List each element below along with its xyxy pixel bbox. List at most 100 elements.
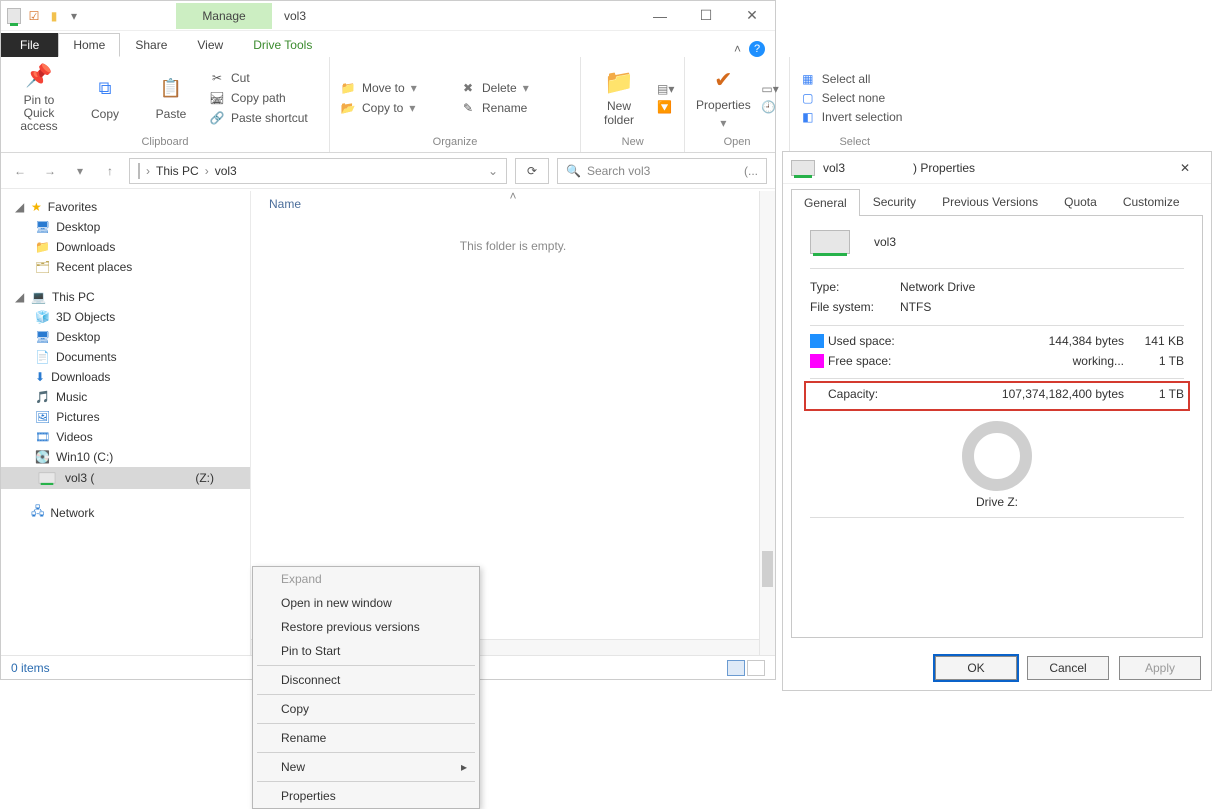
close-button[interactable]: ✕ (729, 1, 775, 31)
prop-close-button[interactable]: ✕ (1167, 153, 1203, 183)
tree-downloads[interactable]: 📁Downloads (1, 237, 250, 257)
navigation-tree[interactable]: ◢★Favorites 🖥Desktop 📁Downloads 🗂Recent … (1, 191, 251, 655)
up-button[interactable]: ↑ (99, 160, 121, 182)
address-bar[interactable]: › This PC › vol3 ⌄ (129, 158, 507, 184)
contextual-tab-manage[interactable]: Manage (176, 3, 272, 29)
breadcrumb-vol[interactable]: vol3 (215, 164, 237, 178)
search-suffix: (... (744, 164, 758, 178)
prop-tab-general[interactable]: General (791, 189, 860, 216)
prop-tab-previous-versions[interactable]: Previous Versions (929, 188, 1051, 215)
tree-videos[interactable]: 🎞Videos (1, 427, 250, 447)
prop-type-value: Network Drive (900, 280, 975, 294)
recent-locations-button[interactable]: ▾ (69, 160, 91, 182)
tree-pictures[interactable]: 🖼Pictures (1, 407, 250, 427)
tree-network[interactable]: 🖧Network (1, 499, 250, 526)
group-label-open: Open (724, 134, 751, 150)
paste-shortcut-button[interactable]: 🔗Paste shortcut (209, 110, 319, 126)
tree-downloads2[interactable]: ⬇Downloads (1, 367, 250, 387)
forward-button[interactable]: → (39, 160, 61, 182)
refresh-button[interactable]: ⟳ (515, 158, 549, 184)
ctx-open-new-window[interactable]: Open in new window (253, 591, 479, 615)
apply-button: Apply (1119, 656, 1201, 680)
vertical-scrollbar[interactable] (759, 191, 775, 655)
breadcrumb-this-pc[interactable]: This PC (156, 164, 199, 178)
copy-button[interactable]: ⧉ Copy (77, 75, 133, 121)
prop-drive-letter: Drive Z: (810, 495, 1184, 509)
path-dropdown-icon[interactable]: ⌄ (488, 164, 498, 178)
shortcut-icon: 🔗 (209, 110, 225, 126)
tree-recent[interactable]: 🗂Recent places (1, 257, 250, 277)
prop-used-bytes: 144,384 bytes (974, 334, 1124, 348)
prop-cap-bytes: 107,374,182,400 bytes (974, 387, 1124, 401)
group-label-clipboard: Clipboard (141, 134, 188, 150)
column-sort-icon[interactable]: ˄ (509, 189, 516, 203)
ctx-disconnect[interactable]: Disconnect (253, 668, 479, 692)
search-placeholder: Search vol3 (587, 164, 650, 178)
tree-desktop2[interactable]: 🖥Desktop (1, 327, 250, 347)
minimize-button[interactable]: — (637, 1, 683, 31)
copy-path-button[interactable]: 🛤Copy path (209, 90, 319, 106)
invert-icon: ◧ (800, 109, 816, 125)
prop-title-prefix: vol3 (823, 161, 845, 175)
tree-win10[interactable]: 💽Win10 (C:) (1, 447, 250, 467)
ctx-new[interactable]: New▸ (253, 755, 479, 779)
qat-save-icon[interactable]: ☑ (27, 9, 41, 23)
ctx-rename[interactable]: Rename (253, 726, 479, 750)
ok-button[interactable]: OK (935, 656, 1017, 680)
qat-folder-icon[interactable]: ▮ (47, 9, 61, 23)
prop-tab-quota[interactable]: Quota (1051, 188, 1110, 215)
tree-documents[interactable]: 📄Documents (1, 347, 250, 367)
move-to-button[interactable]: 📁Move to ▾ (340, 80, 450, 96)
open-icon[interactable]: ▭▾ (761, 82, 778, 96)
select-none-button[interactable]: ▢Select none (800, 90, 910, 106)
view-large-button[interactable] (747, 660, 765, 676)
tree-vol3[interactable]: vol3 ((Z:) (1, 467, 250, 489)
folder-icon: 📁 (605, 68, 633, 96)
cut-button[interactable]: ✂Cut (209, 70, 319, 86)
ctx-restore-versions[interactable]: Restore previous versions (253, 615, 479, 639)
ctx-properties[interactable]: Properties (253, 784, 479, 808)
tab-view[interactable]: View (182, 33, 238, 57)
tree-favorites[interactable]: ◢★Favorites (1, 197, 250, 217)
back-button[interactable]: ← (9, 160, 31, 182)
tab-file[interactable]: File (1, 33, 58, 57)
help-icon[interactable]: ? (749, 41, 765, 57)
tree-desktop[interactable]: 🖥Desktop (1, 217, 250, 237)
history-icon[interactable]: 🕘 (761, 100, 778, 114)
delete-button[interactable]: ✖Delete ▾ (460, 80, 570, 96)
view-details-button[interactable] (727, 660, 745, 676)
prop-tabs: General Security Previous Versions Quota… (783, 184, 1211, 215)
tab-drive-tools[interactable]: Drive Tools (238, 33, 327, 57)
rename-button[interactable]: ✎Rename (460, 100, 570, 116)
tab-share[interactable]: Share (120, 33, 182, 57)
new-item-icon[interactable]: ▤▾ (657, 82, 674, 96)
cancel-button[interactable]: Cancel (1027, 656, 1109, 680)
qat-dropdown-icon[interactable]: ▾ (67, 9, 81, 23)
select-all-button[interactable]: ▦Select all (800, 71, 910, 87)
maximize-button[interactable]: ☐ (683, 1, 729, 31)
tree-music[interactable]: 🎵Music (1, 387, 250, 407)
new-folder-button[interactable]: 📁 New folder (591, 68, 647, 126)
prop-tab-customize[interactable]: Customize (1110, 188, 1193, 215)
search-box[interactable]: 🔍 Search vol3 (... (557, 158, 767, 184)
ctx-pin-start[interactable]: Pin to Start (253, 639, 479, 663)
scissors-icon: ✂ (209, 70, 225, 86)
invert-selection-button[interactable]: ◧Invert selection (800, 109, 910, 125)
grid-icon: ▦ (800, 71, 816, 87)
properties-dialog: vol3 ) Properties ✕ General Security Pre… (782, 151, 1212, 691)
properties-button[interactable]: ✔ Properties▾ (695, 66, 751, 130)
copy-to-button[interactable]: 📂Copy to ▾ (340, 100, 450, 116)
tab-home[interactable]: Home (58, 33, 120, 57)
ribbon-collapse-icon[interactable]: ˄ (734, 42, 741, 56)
check-icon: ✔ (709, 66, 737, 94)
prop-tab-security[interactable]: Security (860, 188, 929, 215)
tree-this-pc[interactable]: ◢💻This PC (1, 287, 250, 307)
tree-3d-objects[interactable]: 🧊3D Objects (1, 307, 250, 327)
pin-icon: 📌 (25, 62, 53, 90)
easy-access-icon[interactable]: 🔽 (657, 100, 674, 114)
ctx-copy[interactable]: Copy (253, 697, 479, 721)
paste-button[interactable]: 📋 Paste (143, 75, 199, 121)
column-name[interactable]: Name (269, 197, 301, 211)
ribbon-group-organize: 📁Move to ▾ 📂Copy to ▾ ✖Delete ▾ ✎Rename … (329, 57, 580, 152)
pin-quick-access-button[interactable]: 📌 Pin to Quick access (11, 62, 67, 134)
